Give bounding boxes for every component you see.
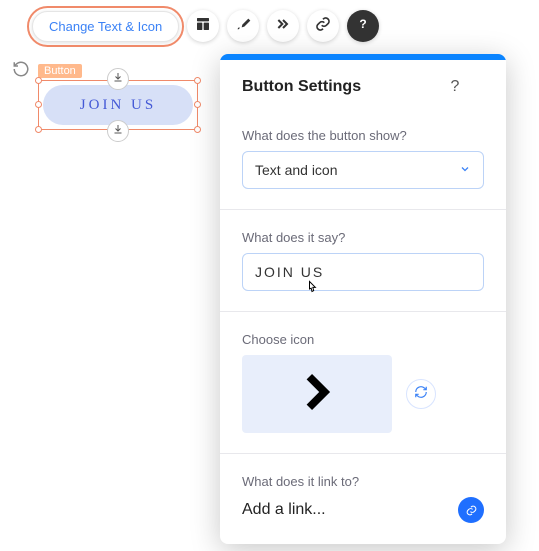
chevron-down-icon: [459, 162, 471, 178]
resize-handle[interactable]: [194, 101, 201, 108]
selection-outline: [38, 80, 198, 130]
layout-icon: [195, 16, 211, 37]
resize-handle[interactable]: [35, 101, 42, 108]
button-show-select[interactable]: Text and icon: [242, 151, 484, 189]
duplicate-up-handle[interactable]: [107, 68, 129, 90]
change-icon-button[interactable]: [406, 379, 436, 409]
show-section-label: What does the button show?: [242, 128, 484, 143]
link-placeholder-text: Add a link...: [242, 501, 326, 519]
link-button[interactable]: [307, 10, 339, 42]
layout-button[interactable]: [187, 10, 219, 42]
section-divider: [220, 311, 506, 312]
select-value: Text and icon: [255, 162, 338, 178]
design-button[interactable]: [227, 10, 259, 42]
top-toolbar: Change Text & Icon ?: [32, 10, 379, 42]
say-section-label: What does it say?: [242, 230, 484, 245]
panel-title: Button Settings: [242, 78, 444, 96]
resize-handle[interactable]: [194, 126, 201, 133]
animation-button[interactable]: [267, 10, 299, 42]
change-text-and-icon-button[interactable]: Change Text & Icon: [32, 11, 179, 42]
help-button[interactable]: ?: [347, 10, 379, 42]
section-divider: [220, 209, 506, 210]
panel-close-button[interactable]: [466, 76, 488, 98]
icon-section-label: Choose icon: [242, 332, 484, 347]
button-text-input[interactable]: [242, 253, 484, 291]
undo-button[interactable]: [12, 60, 30, 83]
link-icon-badge: [458, 497, 484, 523]
download-icon: [112, 122, 124, 140]
panel-header: Button Settings ?: [220, 60, 506, 110]
link-section-label: What does it link to?: [242, 474, 484, 489]
resize-handle[interactable]: [35, 126, 42, 133]
duplicate-down-handle[interactable]: [107, 120, 129, 142]
brush-icon: [235, 16, 251, 37]
help-icon: ?: [355, 16, 371, 37]
chevron-right-icon: [294, 369, 340, 420]
link-icon: [315, 16, 331, 37]
element-type-badge: Button: [38, 64, 82, 78]
add-link-button[interactable]: Add a link...: [242, 497, 484, 529]
resize-handle[interactable]: [194, 77, 201, 84]
icon-preview-box[interactable]: [242, 355, 392, 433]
resize-handle[interactable]: [35, 77, 42, 84]
panel-body: What does the button show? Text and icon…: [220, 110, 506, 544]
selected-element[interactable]: Button JOIN US: [38, 80, 198, 130]
panel-help-button[interactable]: ?: [444, 76, 466, 98]
section-divider: [220, 453, 506, 454]
refresh-icon: [414, 385, 428, 404]
animation-icon: [275, 16, 291, 37]
help-icon: ?: [451, 78, 460, 96]
button-settings-panel: Button Settings ? What does the button s…: [220, 54, 506, 544]
svg-text:?: ?: [360, 17, 367, 31]
download-icon: [112, 70, 124, 88]
